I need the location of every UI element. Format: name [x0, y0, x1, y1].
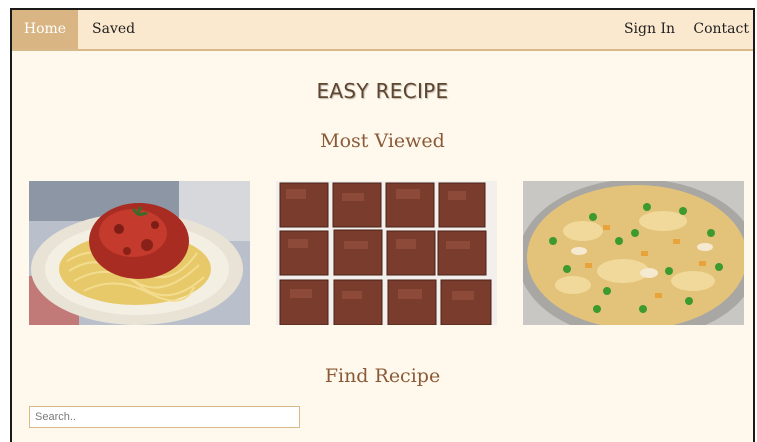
most-viewed-heading: Most Viewed	[320, 130, 445, 152]
nav-saved-link[interactable]: Saved	[92, 10, 135, 49]
site-title: EASY RECIPE	[316, 79, 449, 103]
navbar: Home Saved Sign In Contact	[12, 10, 753, 51]
recipe-image-spaghetti[interactable]	[29, 181, 250, 325]
spaghetti-image	[29, 181, 250, 325]
nav-sign-in-link[interactable]: Sign In	[624, 10, 675, 49]
nav-contact-link[interactable]: Contact	[693, 10, 749, 49]
brownies-image	[276, 181, 497, 325]
page-frame: Home Saved Sign In Contact EASY RECIPE M…	[10, 8, 755, 442]
recipe-image-fried-rice[interactable]	[523, 181, 744, 325]
recipe-image-brownies[interactable]	[276, 181, 497, 325]
find-recipe-heading: Find Recipe	[324, 365, 441, 387]
search-input[interactable]	[29, 406, 300, 428]
nav-home-link[interactable]: Home	[12, 10, 78, 49]
fried-rice-image	[523, 181, 744, 325]
